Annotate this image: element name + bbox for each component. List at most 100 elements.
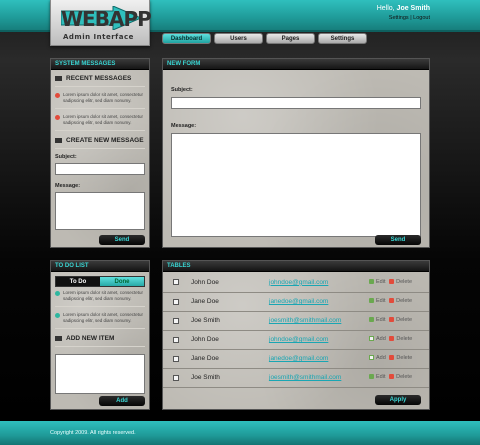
message-text: sadipscing elitr, sed diam nonumy.	[63, 119, 132, 125]
message-icon	[55, 76, 62, 81]
delete-label: Delete	[396, 297, 413, 304]
table-row: Joe Smith joesmith@smithmail.com Edit Dele…	[163, 311, 429, 331]
action-label: Edit	[376, 373, 386, 380]
action-label: Edit	[376, 316, 386, 323]
row-checkbox[interactable]	[173, 355, 179, 362]
error-icon	[55, 93, 60, 98]
delete-icon	[389, 317, 395, 323]
tab-done[interactable]: Done	[100, 277, 144, 286]
message-textarea[interactable]	[171, 133, 421, 237]
todo-text: sadipscing elitr, sed diam nonumy.	[63, 295, 132, 301]
delete-label: Delete	[396, 278, 413, 285]
todo-textarea[interactable]	[55, 354, 145, 394]
add-item-heading: ADD NEW ITEM	[55, 335, 145, 342]
main-nav: Dashboard Users Pages Settings	[162, 33, 367, 44]
send-button[interactable]: Send	[99, 235, 145, 245]
error-icon	[55, 115, 60, 120]
delete-button[interactable]: Delete	[389, 279, 412, 285]
link-divider: |	[410, 15, 412, 21]
edit-icon	[369, 279, 374, 284]
add-icon	[369, 355, 374, 361]
panel-title: TO DO LIST	[51, 261, 149, 272]
user-name-cell: Jane Doe	[191, 349, 269, 369]
tab-todo[interactable]: To Do	[56, 277, 100, 286]
send-button[interactable]: Send	[375, 235, 421, 245]
recent-messages-heading: RECENT MESSAGES	[55, 75, 145, 82]
row-checkbox[interactable]	[173, 298, 179, 305]
table-row: John Doe johndoe@gmail.com Add Delete	[163, 330, 429, 350]
check-icon	[55, 291, 60, 296]
user-name-cell: Joe Smith	[191, 311, 269, 331]
create-message-heading: CREATE NEW MESSAGE	[55, 137, 145, 144]
logo-text: WEBAPP	[61, 7, 152, 31]
email-link[interactable]: joesmith@smithmail.com	[269, 317, 341, 324]
subject-label: Subject:	[55, 154, 77, 160]
greeting: Hello,	[376, 5, 395, 12]
copyright-text: Copyright 2009. All rights reserved.	[50, 430, 136, 436]
tab-settings[interactable]: Settings	[318, 33, 367, 44]
delete-button[interactable]: Delete	[389, 336, 412, 342]
tables-panel: TABLES John Doe johndoe@gmail.com Edit Del…	[162, 260, 430, 410]
email-link[interactable]: janedoe@gmail.com	[269, 298, 328, 305]
action-label: Edit	[376, 297, 386, 304]
delete-button[interactable]: Delete	[389, 298, 412, 304]
edit-icon	[369, 317, 374, 323]
recent-messages-label: RECENT MESSAGES	[66, 75, 132, 82]
delete-label: Delete	[396, 373, 413, 380]
table-row: John Doe johndoe@gmail.com Edit Delete	[163, 273, 429, 293]
list-item: Lorem ipsum dolor sit amet, consectetur s…	[55, 92, 145, 103]
list-item: Lorem ipsum dolor sit amet, consectetur s…	[55, 114, 145, 125]
logout-link[interactable]: Logout	[413, 15, 430, 21]
tab-dashboard[interactable]: Dashboard	[162, 33, 211, 44]
row-action-button[interactable]: Edit	[369, 317, 385, 323]
logo[interactable]: WEBAPP Admin Interface	[50, 0, 152, 46]
users-table: John Doe johndoe@gmail.com Edit Delete Jane…	[163, 273, 429, 388]
panel-title: TABLES	[163, 261, 429, 272]
tab-pages[interactable]: Pages	[266, 33, 315, 44]
settings-link[interactable]: Settings	[389, 15, 409, 21]
subject-input[interactable]	[55, 163, 145, 175]
delete-button[interactable]: Delete	[389, 317, 412, 323]
add-button[interactable]: Add	[99, 396, 145, 406]
delete-icon	[389, 279, 395, 284]
row-action-button[interactable]: Edit	[369, 279, 385, 285]
delete-icon	[389, 374, 395, 380]
delete-icon	[389, 336, 395, 342]
user-name-cell: John Doe	[191, 330, 269, 350]
message-textarea[interactable]	[55, 192, 145, 230]
delete-button[interactable]: Delete	[389, 374, 412, 380]
tab-users[interactable]: Users	[214, 33, 263, 44]
table-row: Jane Doe janedoe@gmail.com Add Delete	[163, 349, 429, 369]
row-checkbox[interactable]	[173, 317, 179, 324]
apply-button[interactable]: Apply	[375, 395, 421, 405]
todo-text: Lorem ipsum dolor sit amet, consectetur	[63, 312, 144, 317]
row-action-button[interactable]: Add	[369, 336, 386, 342]
row-checkbox[interactable]	[173, 336, 179, 343]
action-label: Add	[376, 335, 386, 342]
add-item-label: ADD NEW ITEM	[66, 335, 115, 342]
subject-input[interactable]	[171, 97, 421, 109]
email-link[interactable]: joesmith@smithmail.com	[269, 374, 341, 381]
delete-label: Delete	[396, 316, 413, 323]
action-label: Add	[376, 354, 386, 361]
system-messages-panel: SYSTEM MESSAGES RECENT MESSAGES Lorem ip…	[50, 58, 150, 248]
user-name-cell: Joe Smith	[191, 368, 269, 388]
create-message-label: CREATE NEW MESSAGE	[66, 137, 144, 144]
row-action-button[interactable]: Add	[369, 355, 386, 361]
todo-panel: TO DO LIST To Do Done Lorem ipsum dolor …	[50, 260, 150, 410]
row-action-button[interactable]: Edit	[369, 298, 385, 304]
row-checkbox[interactable]	[173, 374, 179, 381]
email-link[interactable]: janedoe@gmail.com	[269, 355, 328, 362]
row-action-button[interactable]: Edit	[369, 374, 385, 380]
todo-text: Lorem ipsum dolor sit amet, consectetur	[63, 290, 144, 295]
delete-button[interactable]: Delete	[389, 355, 412, 361]
email-link[interactable]: johndoe@gmail.com	[269, 279, 328, 286]
edit-icon	[369, 298, 374, 304]
message-label: Message:	[55, 183, 81, 189]
delete-label: Delete	[396, 354, 413, 361]
footer: Copyright 2009. All rights reserved.	[0, 421, 480, 445]
row-checkbox[interactable]	[173, 279, 179, 286]
check-icon	[55, 313, 60, 318]
panel-title: SYSTEM MESSAGES	[51, 59, 149, 70]
email-link[interactable]: johndoe@gmail.com	[269, 336, 328, 343]
